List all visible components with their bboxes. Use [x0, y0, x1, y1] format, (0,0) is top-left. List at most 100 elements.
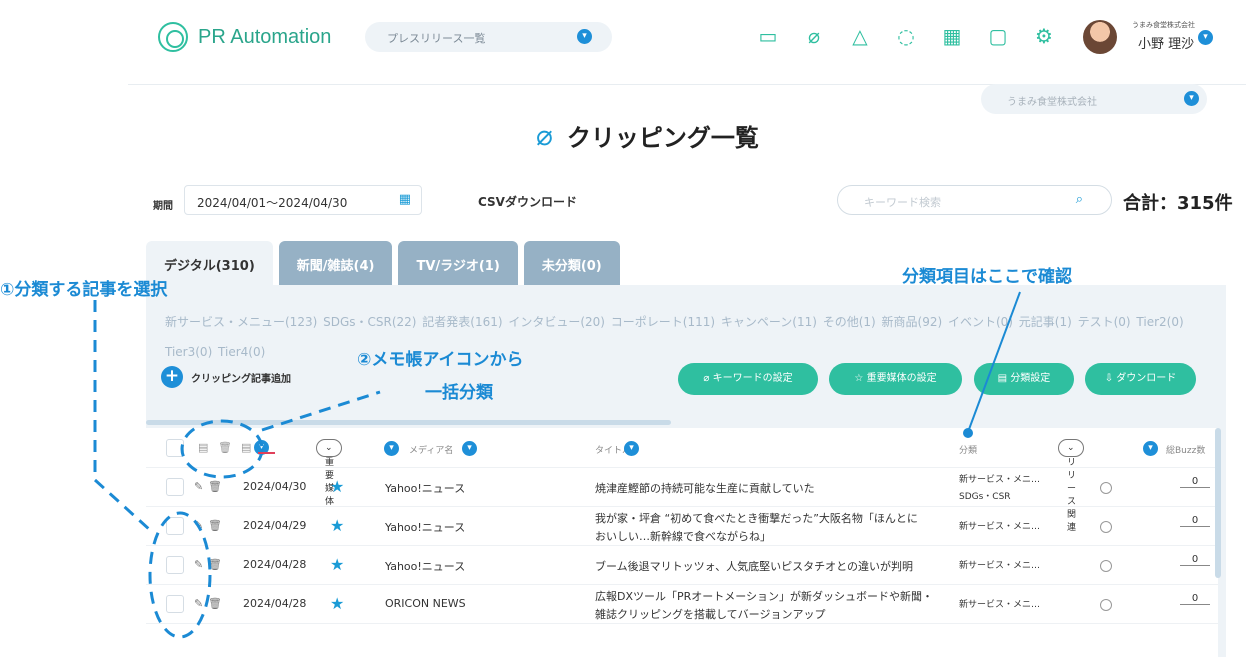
page-title-text: クリッピング一覧 [566, 124, 759, 152]
clip-icon: ⌀ [536, 119, 553, 152]
table-row[interactable]: ✎ 🗑 2024/04/28 ★ ORICON NEWS 広報DXツール「PRオ… [146, 585, 1218, 624]
gear-icon[interactable]: ⚙ [1030, 22, 1058, 50]
user-menu-chevron-icon[interactable]: ▾ [1198, 30, 1213, 45]
page-select[interactable]: プレスリリース一覧 ▾ [365, 22, 612, 52]
user-company: うまみ食堂株式会社 [1132, 21, 1195, 29]
tab-newspaper[interactable]: 新聞/雑誌(4) [278, 241, 393, 285]
avatar[interactable] [1083, 20, 1117, 54]
edit-icon[interactable]: ✎ [194, 597, 203, 610]
chat-icon[interactable]: ▭ [754, 22, 782, 50]
horizontal-scrollbar[interactable] [146, 420, 671, 425]
period-input[interactable]: 2024/04/01〜2024/04/30 ▦ [184, 185, 422, 215]
chevron-down-icon[interactable]: ▾ [462, 441, 477, 456]
row-buzz[interactable]: 0 [1180, 593, 1210, 605]
trash-icon[interactable]: 🗑 [218, 441, 232, 454]
period-value: 2024/04/01〜2024/04/30 [197, 196, 348, 210]
chevron-down-icon[interactable]: ▾ [384, 441, 399, 456]
edit-icon[interactable]: ✎ [194, 519, 203, 532]
trash-icon[interactable]: 🗑 [208, 558, 222, 571]
row-checkbox[interactable] [166, 517, 184, 535]
table-row[interactable]: ✎ 🗑 2024/04/29 ★ Yahoo!ニュース 我が家・坪倉 “初めて食… [146, 507, 1218, 546]
star-icon[interactable]: ★ [330, 516, 344, 535]
calendar-icon[interactable]: ▦ [938, 22, 966, 50]
row-date: 2024/04/28 [243, 558, 307, 571]
csv-download-link[interactable]: CSVダウンロード [478, 193, 577, 210]
row-title-2[interactable]: おいしい…新幹線で食べながらね」 [595, 528, 771, 544]
important-media-settings-button[interactable]: ☆ 重要媒体の設定 [829, 363, 962, 395]
annotation-category-note: 分類項目はここで確認 [902, 267, 1072, 287]
star-icon[interactable]: ★ [330, 555, 344, 574]
plus-icon: + [161, 366, 183, 388]
row-title[interactable]: ブーム後退マリトッツォ、人気底堅いピスタチオとの違いが判明 [595, 558, 913, 574]
release-related-indicator [1100, 521, 1112, 533]
category-settings-button[interactable]: ▤ 分類設定 [974, 363, 1074, 395]
app-logo[interactable]: PR Automation [158, 22, 331, 52]
media-tabs: デジタル(310) 新聞/雑誌(4) TV/ラジオ(1) 未分類(0) [146, 241, 620, 285]
trash-icon[interactable]: 🗑 [208, 519, 222, 532]
user-name: 小野 理沙 [1138, 37, 1195, 52]
tab-uncategorized[interactable]: 未分類(0) [523, 241, 620, 285]
row-checkbox[interactable] [166, 478, 184, 496]
tab-tv-radio[interactable]: TV/ラジオ(1) [398, 241, 518, 285]
row-buzz[interactable]: 0 [1180, 476, 1210, 488]
row-category: 新サービス・メニ… [959, 475, 1041, 485]
trash-icon[interactable]: 🗑 [208, 480, 222, 493]
annotation-step1: ①分類する記事を選択 [0, 280, 168, 300]
row-category: 新サービス・メニ… [959, 600, 1041, 610]
release-related-indicator [1100, 560, 1112, 572]
row-checkbox[interactable] [166, 595, 184, 613]
table-row[interactable]: ✎ 🗑 2024/04/30 ★ Yahoo!ニュース 焼津産鰹節の持続可能な生… [146, 468, 1218, 507]
bulb-icon[interactable]: ◌ [892, 22, 920, 50]
star-icon[interactable]: ★ [330, 477, 344, 496]
download-button[interactable]: ⇩ ダウンロード [1085, 363, 1196, 395]
date-sort-icon[interactable]: ▤ [241, 441, 251, 454]
row-media: Yahoo!ニュース [385, 521, 466, 534]
memo-icon[interactable]: ▤ [198, 441, 208, 454]
table-row[interactable]: ✎ 🗑 2024/04/28 ★ Yahoo!ニュース ブーム後退マリトッツォ、… [146, 546, 1218, 585]
row-category: 新サービス・メニ… [959, 522, 1041, 532]
trash-icon[interactable]: 🗑 [208, 597, 222, 610]
row-title[interactable]: 広報DXツール「PRオートメーション」が新ダッシュボードや新聞・ [595, 588, 933, 604]
row-title-2[interactable]: 雑誌クリッピングを搭載してバージョンアップ [595, 606, 825, 622]
row-title[interactable]: 我が家・坪倉 “初めて食べたとき衝撃だった”大阪名物「ほんとに [595, 510, 918, 526]
logo-icon [158, 22, 188, 52]
edit-icon[interactable]: ✎ [194, 480, 203, 493]
search-icon[interactable]: ⌕ [1076, 192, 1083, 207]
add-clipping-button[interactable]: + クリッピング記事追加 [161, 366, 291, 388]
row-media: Yahoo!ニュース [385, 560, 466, 573]
category-list[interactable]: 新サービス・メニュー(123) SDGs・CSR(22) 記者発表(161) イ… [165, 307, 1225, 367]
row-buzz[interactable]: 0 [1180, 515, 1210, 527]
calendar-icon[interactable]: ▦ [399, 192, 411, 207]
annotation-line-rows [93, 300, 152, 532]
company-select[interactable]: うまみ食堂株式会社 ▾ [981, 84, 1207, 114]
media-name-header[interactable]: メディア名 [409, 443, 453, 456]
search-input[interactable]: キーワード検索 ⌕ [837, 185, 1112, 215]
top-bar: PR Automation プレスリリース一覧 ▾ ▭ ⌀ △ ◌ ▦ ▢ ⚙ … [128, 0, 1246, 84]
person-icon[interactable]: ▢ [984, 22, 1012, 50]
star-icon[interactable]: ★ [330, 594, 344, 613]
release-related-indicator [1100, 599, 1112, 611]
period-label: 期間 [153, 201, 173, 212]
row-buzz[interactable]: 0 [1180, 554, 1210, 566]
chevron-down-icon[interactable]: ▾ [1143, 441, 1158, 456]
date-sort-chevron-icon[interactable]: ▾ [254, 440, 269, 455]
clip-icon[interactable]: ⌀ [800, 22, 828, 50]
add-clipping-label: クリッピング記事追加 [191, 373, 291, 385]
keyword-settings-button[interactable]: ⌀ キーワードの設定 [678, 363, 818, 395]
vertical-scrollbar[interactable] [1215, 428, 1221, 578]
edit-icon[interactable]: ✎ [194, 558, 203, 571]
company-select-value: うまみ食堂株式会社 [1007, 97, 1097, 108]
total-count: 合計：315件 [1123, 193, 1233, 214]
select-all-checkbox[interactable] [166, 439, 184, 457]
download-label: ダウンロード [1116, 373, 1177, 384]
row-checkbox[interactable] [166, 556, 184, 574]
page-select-value: プレスリリース一覧 [387, 32, 486, 45]
release-related-filter[interactable]: リリース関連 ⌄ [1058, 439, 1084, 533]
annotation-step2-line1: ②メモ帳アイコンから [357, 350, 524, 370]
row-title[interactable]: 焼津産鰹節の持続可能な生産に貢献していた [595, 480, 815, 496]
important-media-filter[interactable]: 重要媒体 ⌄ [316, 439, 342, 507]
chevron-down-icon: ▾ [577, 29, 592, 44]
release-related-indicator [1100, 482, 1112, 494]
bell-icon[interactable]: △ [846, 22, 874, 50]
chevron-down-icon[interactable]: ▾ [624, 441, 639, 456]
